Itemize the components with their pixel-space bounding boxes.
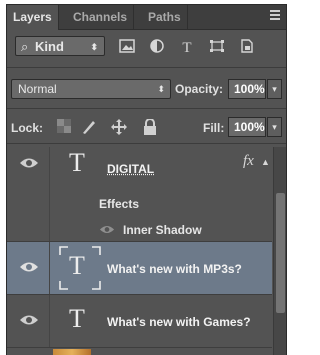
updown-arrows-icon: ⬍	[157, 84, 165, 94]
lock-transparent-icon[interactable]	[57, 119, 71, 133]
shape-filter-icon[interactable]	[209, 39, 225, 53]
tab-layers[interactable]: Layers	[7, 5, 59, 30]
layer-name[interactable]: What's new with MP3s?	[107, 262, 242, 276]
lock-row: Lock: Fill: 100% ▾	[7, 113, 286, 141]
effect-inner-shadow[interactable]: Inner Shadow	[123, 223, 202, 237]
layer-thumbnail-partial	[53, 349, 91, 355]
type-layer-icon: T	[69, 148, 85, 177]
layer-row-mp3s[interactable]: T What's new with MP3s?	[7, 242, 272, 295]
layers-scrollbar[interactable]	[273, 147, 286, 355]
opacity-dropdown-arrow[interactable]: ▾	[267, 79, 282, 99]
divider	[7, 67, 286, 68]
fill-label: Fill:	[203, 121, 225, 135]
layers-list: T DIGITAL fx ▲ Effects Inner Shadow T Wh…	[7, 147, 272, 355]
blend-mode-select[interactable]: Normal ⬍	[11, 79, 171, 99]
image-filter-icon[interactable]	[119, 39, 135, 53]
layer-filter-row: ⌕ Kind ⬍ T	[7, 30, 286, 62]
lock-all-icon[interactable]	[143, 119, 157, 135]
opacity-label: Opacity:	[175, 82, 224, 96]
fill-dropdown-arrow[interactable]: ▾	[267, 117, 282, 137]
eye-icon[interactable]	[99, 224, 115, 235]
type-layer-icon: T	[69, 304, 85, 333]
fx-icon[interactable]: fx	[243, 153, 254, 170]
layer-row-games[interactable]: T What's new with Games?	[7, 295, 272, 348]
updown-arrows-icon: ⬍	[90, 42, 98, 52]
panel-tab-bar: Layers Channels Paths	[7, 5, 286, 30]
blend-row: Normal ⬍ Opacity: 100% ▾	[7, 75, 286, 103]
filter-kind-select[interactable]: ⌕ Kind ⬍	[15, 36, 105, 56]
divider	[7, 108, 286, 109]
adjustment-filter-icon[interactable]	[149, 39, 165, 53]
type-filter-icon[interactable]: T	[179, 39, 195, 53]
lock-label: Lock:	[11, 121, 44, 135]
svg-text:T: T	[182, 40, 191, 53]
tab-paths[interactable]: Paths	[142, 5, 188, 29]
layer-name[interactable]: DIGITAL	[107, 162, 154, 176]
layer-name[interactable]: What's new with Games?	[107, 315, 251, 329]
scrollbar-thumb[interactable]	[276, 193, 285, 313]
layers-panel: Layers Channels Paths ⌕ Kind ⬍ T Normal …	[6, 4, 287, 355]
layer-row-digital[interactable]: T DIGITAL fx ▲ Effects Inner Shadow	[7, 147, 272, 242]
lock-image-icon[interactable]	[81, 119, 97, 135]
filter-kind-label: Kind	[35, 39, 64, 54]
eye-icon[interactable]	[19, 156, 39, 170]
effects-label: Effects	[99, 197, 140, 211]
tab-channels[interactable]: Channels	[67, 5, 135, 29]
blend-mode-value: Normal	[18, 82, 57, 96]
fill-field[interactable]: 100%	[228, 117, 266, 137]
smart-object-filter-icon[interactable]	[239, 39, 255, 53]
search-icon: ⌕	[21, 39, 29, 54]
eye-icon[interactable]	[19, 313, 39, 327]
eye-icon[interactable]	[19, 260, 39, 274]
collapse-arrow-icon[interactable]: ▲	[261, 157, 270, 167]
lock-position-icon[interactable]	[111, 119, 127, 135]
panel-menu-icon[interactable]	[264, 8, 282, 24]
divider	[7, 143, 286, 144]
type-layer-icon: T	[69, 251, 85, 280]
opacity-field[interactable]: 100%	[228, 79, 266, 99]
